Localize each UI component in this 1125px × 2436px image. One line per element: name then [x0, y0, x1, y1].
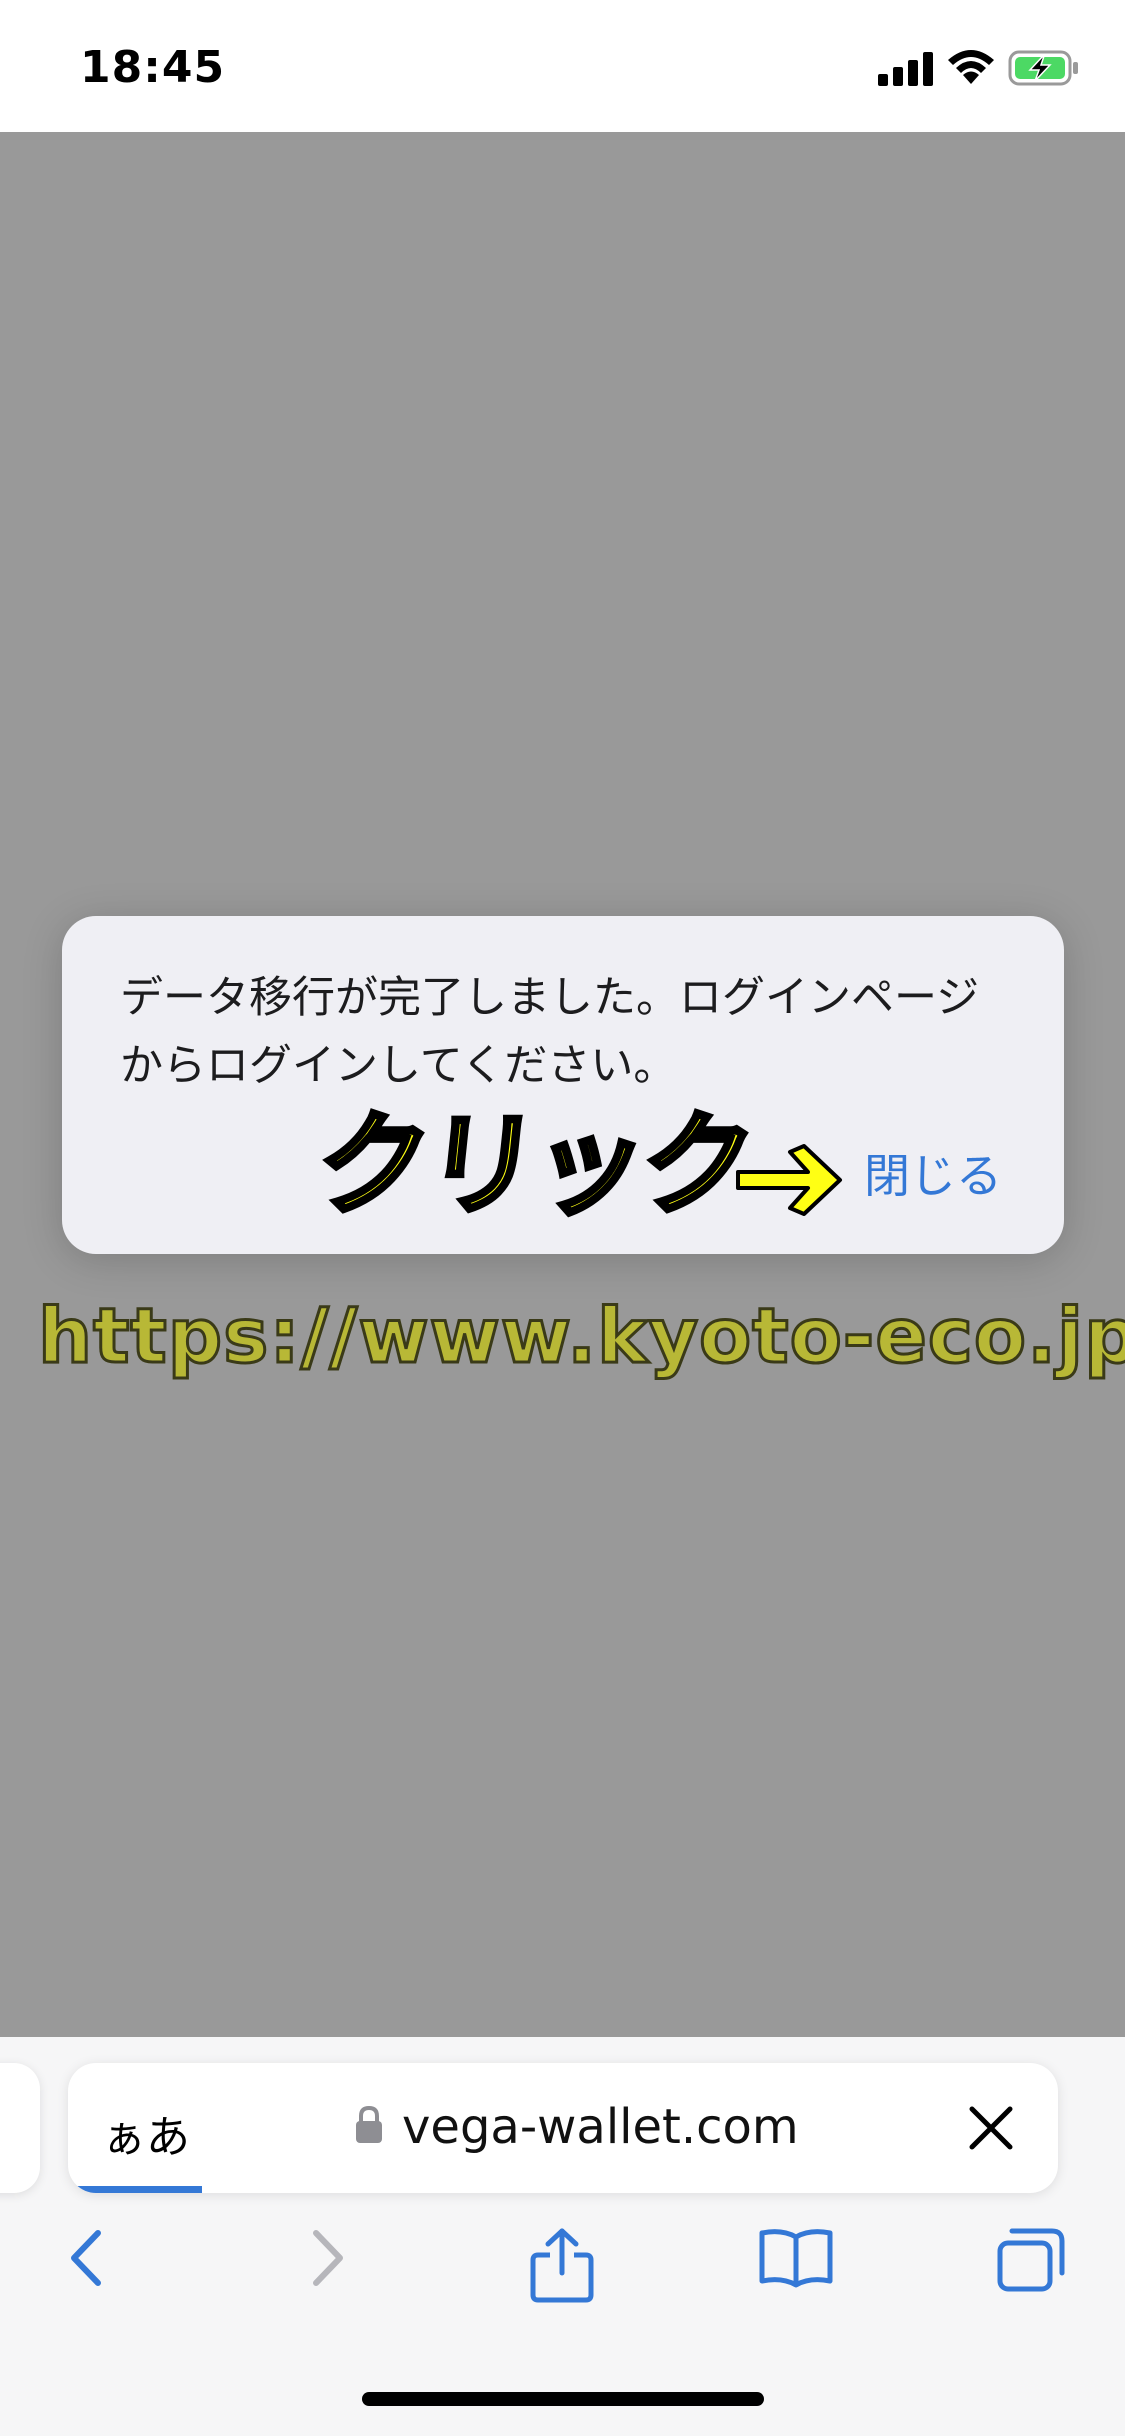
page-settings-button[interactable]: ぁあ: [102, 2101, 190, 2165]
address-bar[interactable]: ぁあ vega-wallet.com: [68, 2063, 1058, 2193]
chevron-right-icon[interactable]: [306, 2227, 350, 2289]
book-icon[interactable]: [758, 2227, 834, 2289]
lock-icon: [356, 2105, 382, 2143]
previous-tab-preview[interactable]: [0, 2063, 40, 2193]
wifi-icon: [948, 50, 994, 84]
url-text[interactable]: vega-wallet.com: [402, 2099, 799, 2155]
screen: 18:45 データ移行が完了しました。ログインページからログインしてください。 …: [0, 0, 1125, 2436]
status-time: 18:45: [80, 42, 226, 93]
share-icon[interactable]: [528, 2227, 596, 2303]
click-annotation: クリック: [309, 1099, 760, 1234]
alert-message: データ移行が完了しました。ログインページからログインしてください。: [120, 973, 980, 1091]
status-bar: 18:45: [0, 0, 1125, 132]
home-indicator: [362, 2392, 764, 2406]
close-button[interactable]: 閉じる: [864, 1140, 1002, 1206]
chevron-left-icon[interactable]: [64, 2227, 108, 2289]
right-arrow-icon: [736, 1144, 842, 1216]
watermark-url: https://www.kyoto-eco.jp/: [36, 1291, 1125, 1380]
page-load-progress: [68, 2186, 202, 2193]
cellular-signal-icon: [878, 52, 933, 86]
battery-charging-icon: [1008, 50, 1078, 86]
tabs-icon[interactable]: [996, 2227, 1066, 2293]
browser-bottom-bar: ぁあ vega-wallet.com: [0, 2037, 1125, 2436]
close-icon[interactable]: [964, 2101, 1018, 2155]
